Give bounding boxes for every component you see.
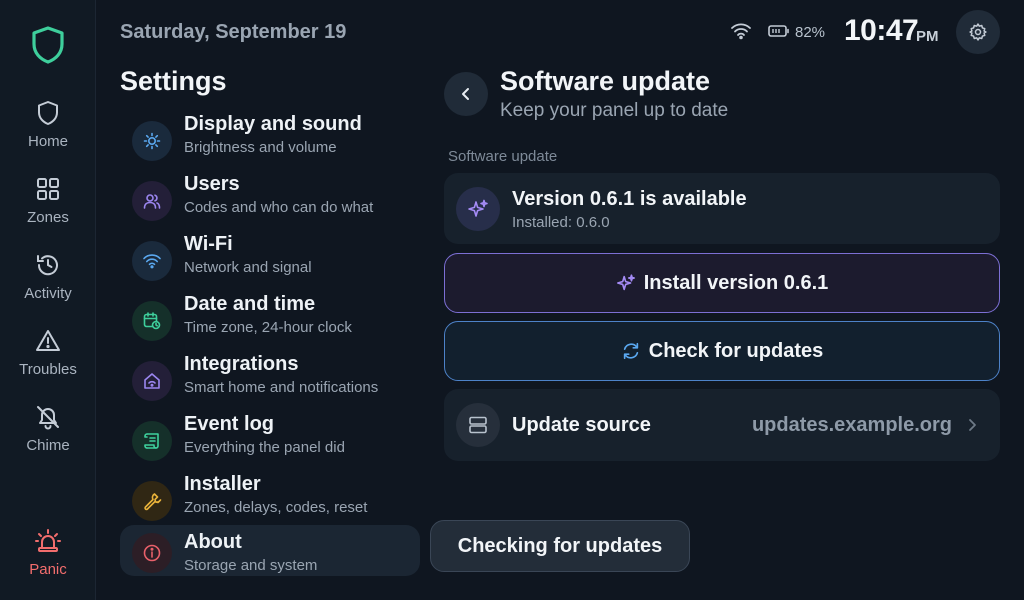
sparkles-icon — [616, 274, 635, 291]
settings-item-wifi[interactable]: Wi-Fi Network and signal — [120, 233, 420, 285]
siren-icon — [35, 529, 61, 552]
shield-logo-icon — [32, 26, 64, 64]
panel-title: Software update — [500, 66, 711, 96]
nav-troubles[interactable]: Troubles — [0, 323, 96, 393]
version-card: Version 0.6.1 is available Installed: 0.… — [444, 173, 1000, 244]
settings-item-title: Users — [184, 173, 240, 195]
settings-item-title: Installer — [184, 473, 261, 495]
settings-item-about[interactable]: About Storage and system — [120, 525, 420, 576]
nav-activity[interactable]: Activity — [0, 247, 96, 317]
settings-item-desc: Smart home and notifications — [184, 379, 379, 396]
settings-item-users[interactable]: Users Codes and who can do what — [120, 173, 420, 225]
refresh-icon — [623, 342, 638, 360]
update-source-row[interactable]: Update source updates.example.org — [444, 389, 1000, 461]
check-updates-label: Check for updates — [648, 339, 824, 362]
nav-panic-label: Panic — [29, 561, 67, 578]
back-button[interactable] — [444, 72, 488, 116]
scroll-icon — [144, 433, 159, 449]
settings-item-title: Event log — [184, 413, 275, 435]
update-source-value: updates.example.org — [751, 414, 952, 436]
battery-icon — [768, 25, 789, 37]
settings-button[interactable] — [956, 10, 1000, 54]
settings-item-desc: Everything the panel did — [184, 439, 345, 456]
grid-icon — [37, 178, 59, 200]
update-source-label: Update source — [512, 414, 651, 436]
settings-item-title: Date and time — [184, 293, 316, 315]
settings-item-desc: Network and signal — [184, 259, 312, 276]
settings-item-title: Wi-Fi — [184, 233, 233, 255]
settings-item-display[interactable]: Display and sound Brightness and volume — [120, 113, 420, 165]
settings-item-datetime[interactable]: Date and time Time zone, 24-hour clock — [120, 293, 420, 345]
nav-troubles-label: Troubles — [19, 361, 77, 378]
nav-activity-label: Activity — [24, 285, 72, 302]
history-icon — [37, 255, 58, 276]
wifi-icon — [143, 254, 161, 269]
chevron-right-icon — [969, 419, 976, 431]
nav-zones-label: Zones — [27, 209, 69, 226]
version-installed: Installed: 0.6.0 — [512, 214, 610, 231]
nav-home[interactable]: Home — [0, 95, 96, 165]
settings-item-installer[interactable]: Installer Zones, delays, codes, reset — [120, 473, 420, 525]
shield-icon — [38, 101, 58, 125]
header-date: Saturday, September 19 — [120, 21, 347, 43]
calendar-clock-icon — [143, 312, 161, 330]
settings-item-title: Display and sound — [184, 113, 362, 135]
gear-icon — [969, 23, 987, 41]
server-icon — [469, 416, 487, 434]
settings-title: Settings — [120, 66, 227, 96]
check-updates-button[interactable]: Check for updates — [444, 321, 1000, 381]
wifi-status-icon — [731, 23, 751, 40]
chevron-left-icon — [462, 88, 469, 100]
install-button[interactable]: Install version 0.6.1 — [444, 253, 1000, 313]
panel-subtitle: Keep your panel up to date — [500, 100, 729, 121]
users-icon — [143, 194, 161, 209]
nav-rail: Home Zones Activity Troubles Chime Panic — [0, 0, 96, 600]
settings-item-desc: Zones, delays, codes, reset — [184, 499, 368, 516]
nav-chime-label: Chime — [26, 437, 70, 454]
section-label: Software update — [448, 148, 558, 165]
version-title: Version 0.6.1 is available — [512, 188, 747, 210]
settings-item-desc: Brightness and volume — [184, 139, 337, 156]
smart-home-icon — [144, 373, 160, 389]
install-button-label: Install version 0.6.1 — [643, 271, 829, 294]
nav-panic[interactable]: Panic — [0, 523, 96, 593]
settings-item-desc: Time zone, 24-hour clock — [184, 319, 352, 336]
nav-zones[interactable]: Zones — [0, 171, 96, 241]
clock-ampm: PM — [916, 28, 939, 45]
clock-time: 10:47 — [844, 14, 919, 47]
wrench-icon — [144, 493, 162, 511]
settings-item-integrations[interactable]: Integrations Smart home and notification… — [120, 353, 420, 405]
sparkles-icon — [468, 199, 488, 217]
nav-chime[interactable]: Chime — [0, 399, 96, 469]
sun-icon — [143, 132, 161, 150]
status-toast: Checking for updates — [430, 520, 690, 572]
settings-item-title: About — [184, 531, 242, 553]
settings-item-desc: Storage and system — [184, 557, 318, 574]
settings-item-title: Integrations — [184, 353, 299, 375]
settings-item-desc: Codes and who can do what — [184, 199, 374, 216]
info-icon — [143, 544, 161, 562]
warning-icon — [36, 330, 60, 351]
bell-off-icon — [37, 406, 59, 430]
settings-item-eventlog[interactable]: Event log Everything the panel did — [120, 413, 420, 465]
nav-home-label: Home — [27, 133, 68, 150]
battery-percent: 82% — [795, 24, 826, 41]
